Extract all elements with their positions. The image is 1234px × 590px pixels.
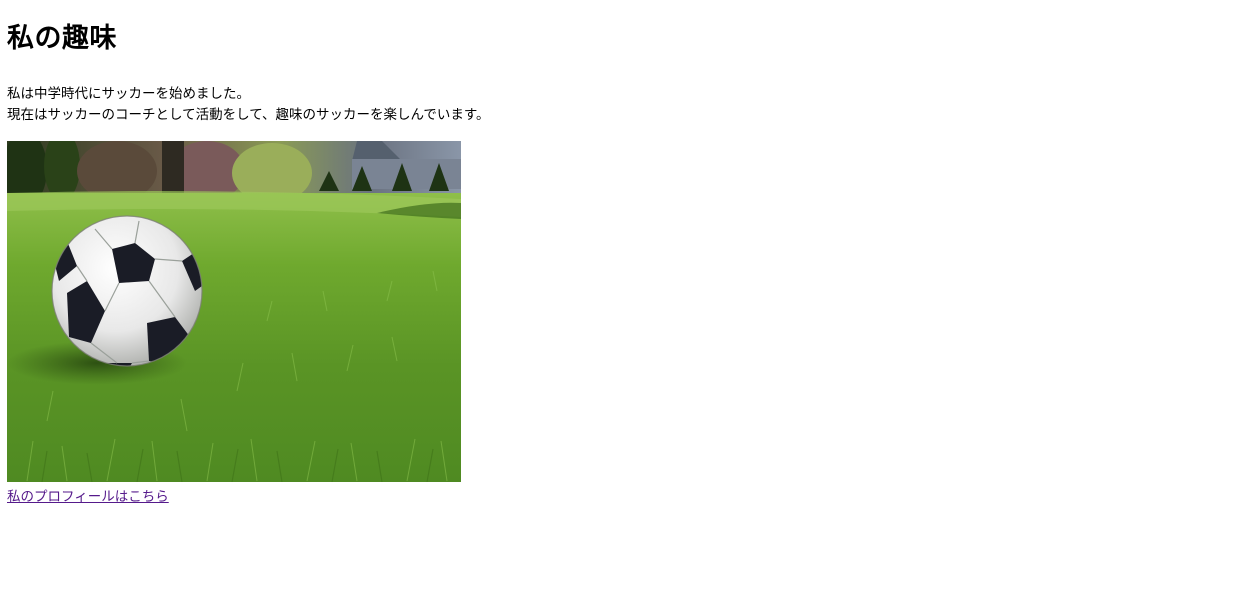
page-title: 私の趣味	[7, 23, 117, 54]
profile-link[interactable]: 私のプロフィールはこちら	[7, 487, 169, 508]
page: 私の趣味 私は中学時代にサッカーを始めました。 現在はサッカーのコーチとして活動…	[0, 0, 1234, 590]
intro-paragraph: 私は中学時代にサッカーを始めました。 現在はサッカーのコーチとして活動をして、趣…	[7, 84, 490, 126]
intro-line-1: 私は中学時代にサッカーを始めました。	[7, 86, 250, 102]
soccer-ball-photo	[7, 141, 461, 482]
intro-line-2: 現在はサッカーのコーチとして活動をして、趣味のサッカーを楽しんでいます。	[7, 107, 490, 123]
